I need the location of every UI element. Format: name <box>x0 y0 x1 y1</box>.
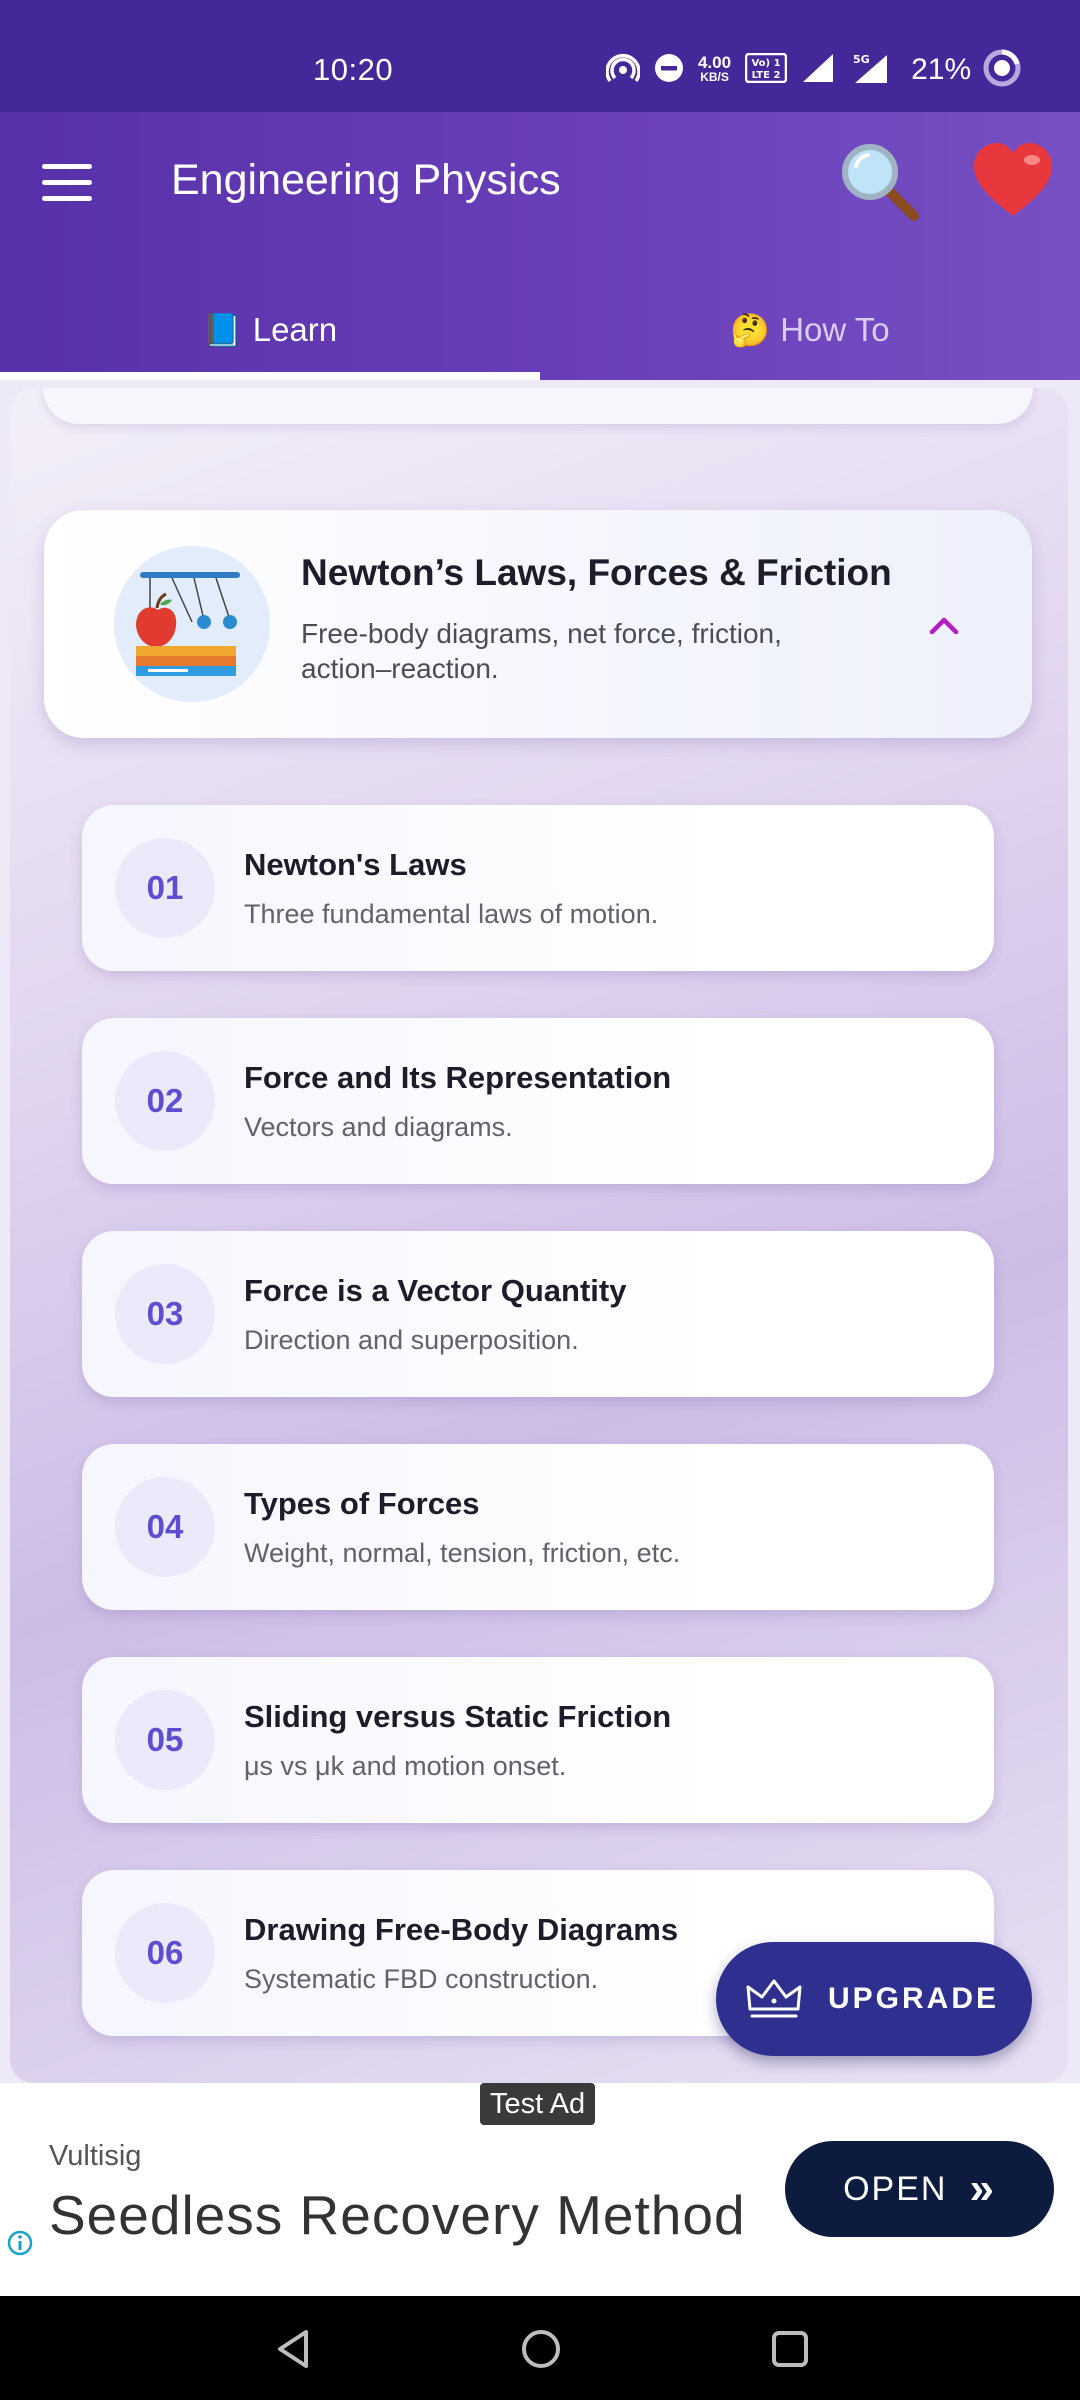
net-speed-value: 4.00 <box>698 53 732 72</box>
lesson-number: 03 <box>115 1264 215 1364</box>
lesson-item-03[interactable]: 03 Force is a Vector Quantity Direction … <box>82 1231 994 1397</box>
lesson-item-01[interactable]: 01 Newton's Laws Three fundamental laws … <box>82 805 994 971</box>
lesson-item-04[interactable]: 04 Types of Forces Weight, normal, tensi… <box>82 1444 994 1610</box>
home-icon[interactable] <box>518 2326 564 2372</box>
ad-open-label: OPEN <box>843 2169 948 2208</box>
status-icons: 4.00 KB/S Vo) 1 LTE 2 5G 21% <box>605 49 1021 92</box>
hamburger-menu-icon[interactable] <box>42 164 92 204</box>
double-chevron-right-icon: » <box>969 2164 996 2213</box>
lesson-list-container[interactable]: Newton’s Laws, Forces & Friction Free-bo… <box>10 388 1068 2083</box>
lesson-title: Force and Its Representation <box>244 1060 672 1095</box>
battery-icon <box>983 49 1021 92</box>
lesson-subtitle: Vectors and diagrams. <box>244 1112 513 1142</box>
ad-headline: Seedless Recovery Method <box>49 2184 746 2246</box>
lesson-title: Force is a Vector Quantity <box>244 1273 627 1308</box>
ad-info-icon[interactable] <box>6 2229 34 2257</box>
upgrade-button[interactable]: UPGRADE <box>716 1942 1032 2056</box>
lesson-subtitle: Three fundamental laws of motion. <box>244 899 659 929</box>
recent-apps-icon[interactable] <box>767 2326 813 2372</box>
crown-icon <box>744 1977 804 2021</box>
lesson-number: 05 <box>115 1690 215 1790</box>
lesson-number: 04 <box>115 1477 215 1577</box>
upgrade-label: UPGRADE <box>828 1982 1000 2015</box>
ad-open-button[interactable]: OPEN » <box>785 2141 1054 2237</box>
tab-how-to[interactable]: 🤔 How To <box>540 280 1080 380</box>
app-title: Engineering Physics <box>171 156 561 204</box>
volte-icon: Vo) 1 LTE 2 <box>744 52 788 88</box>
tab-indicator <box>0 372 540 380</box>
app-bar: Engineering Physics 📘 Learn 🤔 How To <box>0 112 1080 380</box>
lesson-title: Newton's Laws <box>244 847 467 882</box>
book-icon: 📘 <box>202 312 243 348</box>
system-navigation-bar <box>0 2296 1080 2400</box>
lesson-number: 02 <box>115 1051 215 1151</box>
heart-icon[interactable] <box>970 140 1056 220</box>
section-card[interactable]: Newton’s Laws, Forces & Friction Free-bo… <box>44 510 1032 738</box>
lesson-title: Drawing Free-Body Diagrams <box>244 1912 679 1947</box>
lesson-subtitle: μs vs μk and motion onset. <box>244 1751 567 1781</box>
section-subtitle: Free-body diagrams, net force, friction,… <box>301 618 782 684</box>
tab-learn-label: Learn <box>252 311 338 348</box>
section-title: Newton’s Laws, Forces & Friction <box>301 552 892 593</box>
lesson-number: 01 <box>115 838 215 938</box>
newtons-cradle-icon <box>114 546 270 702</box>
lesson-subtitle: Weight, normal, tension, friction, etc. <box>244 1538 681 1568</box>
hotspot-icon <box>605 53 641 88</box>
lesson-number: 06 <box>115 1903 215 2003</box>
lesson-title: Types of Forces <box>244 1486 480 1521</box>
magnifying-glass-icon[interactable] <box>838 140 922 224</box>
tab-learn[interactable]: 📘 Learn <box>0 280 540 380</box>
net-speed-unit: KB/S <box>700 70 729 84</box>
ad-banner[interactable]: Test Ad Vultisig Seedless Recovery Metho… <box>0 2083 1080 2296</box>
lesson-item-05[interactable]: 05 Sliding versus Static Friction μs vs … <box>82 1657 994 1823</box>
chevron-up-icon[interactable] <box>924 610 964 640</box>
do-not-disturb-icon <box>654 53 684 88</box>
ad-brand: Vultisig <box>49 2140 142 2172</box>
battery-percentage: 21% <box>911 53 972 86</box>
thinking-face-icon: 🤔 <box>730 312 771 348</box>
tab-how-to-label: How To <box>780 311 890 348</box>
previous-section-card[interactable] <box>43 388 1033 424</box>
svg-text:5G: 5G <box>853 53 870 66</box>
svg-text:Vo) 1: Vo) 1 <box>752 58 781 69</box>
clock: 10:20 <box>313 52 394 87</box>
lesson-subtitle: Systematic FBD construction. <box>244 1964 599 1994</box>
status-bar: 10:20 4.00 KB/S Vo) 1 LTE 2 5G 21% <box>0 0 1080 112</box>
signal-5g-icon: 5G <box>851 51 891 90</box>
tab-bar: 📘 Learn 🤔 How To <box>0 280 1080 380</box>
test-ad-badge: Test Ad <box>480 2083 596 2125</box>
lesson-title: Sliding versus Static Friction <box>244 1699 672 1734</box>
net-speed: 4.00 KB/S <box>698 53 732 84</box>
lesson-subtitle: Direction and superposition. <box>244 1325 579 1355</box>
back-icon[interactable] <box>270 2326 316 2372</box>
lesson-item-02[interactable]: 02 Force and Its Representation Vectors … <box>82 1018 994 1184</box>
signal-strength-icon <box>801 52 837 89</box>
svg-text:LTE 2: LTE 2 <box>752 70 781 81</box>
